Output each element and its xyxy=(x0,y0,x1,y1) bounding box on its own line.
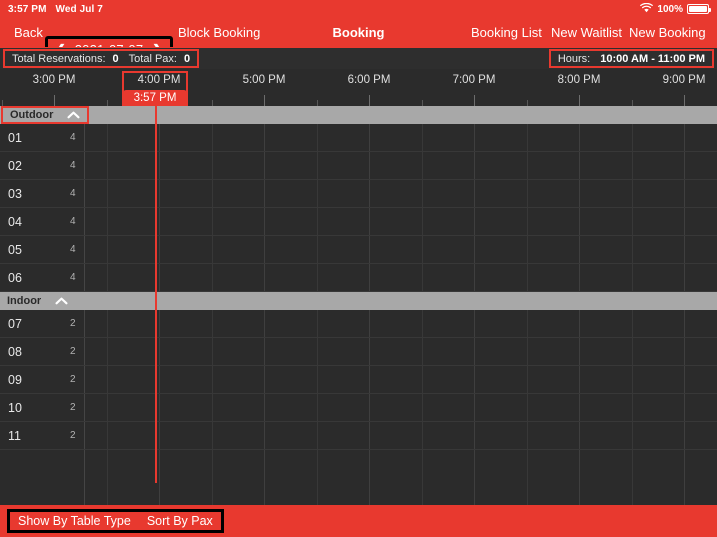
table-name: 09 xyxy=(8,372,22,387)
totals-group: Total Reservations: 0 Total Pax: 0 xyxy=(3,49,200,68)
booking-screen: 3:57 PM Wed Jul 7 100% Back ❮ 2021-07-07… xyxy=(0,0,717,537)
total-pax: Total Pax: 0 xyxy=(129,53,190,65)
total-reservations-label: Total Reservations: xyxy=(12,52,106,65)
ruler-label: 7:00 PM xyxy=(452,74,496,86)
back-button[interactable]: Back xyxy=(14,18,43,47)
table-pax-capacity: 2 xyxy=(70,430,76,441)
new-booking-button[interactable]: New Booking xyxy=(629,18,706,47)
new-waitlist-button[interactable]: New Waitlist xyxy=(551,18,622,47)
current-time-indicator-tick xyxy=(155,99,157,106)
section-name-label: Indoor xyxy=(7,295,42,307)
time-ruler[interactable]: 3:00 PM 4:00 PM 5:00 PM 6:00 PM 7:00 PM 8:00 … xyxy=(0,69,717,106)
total-pax-label: Total Pax: xyxy=(128,52,177,65)
table-name: 01 xyxy=(8,130,22,145)
stats-bar: Total Reservations: 0 Total Pax: 0 Hours… xyxy=(0,47,717,70)
table-pax-capacity: 4 xyxy=(70,188,76,199)
current-time-line xyxy=(155,106,157,483)
section-toggle[interactable]: Outdoor xyxy=(1,106,90,124)
table-name: 02 xyxy=(8,158,22,173)
table-row[interactable]: 10 2 xyxy=(0,394,717,422)
section-header-outdoor[interactable]: Outdoor xyxy=(0,106,717,124)
ruler-tick-hour xyxy=(264,95,265,106)
battery-percent-label: 100% xyxy=(657,3,683,15)
navigation-bar: Back ❮ 2021-07-07 ❯ Block Booking Bookin… xyxy=(0,18,717,62)
table-name: 04 xyxy=(8,214,22,229)
table-row[interactable]: 02 4 xyxy=(0,152,717,180)
table-pax-capacity: 4 xyxy=(70,132,76,143)
table-pax-capacity: 2 xyxy=(70,346,76,357)
ruler-label: 3:00 PM xyxy=(32,74,76,86)
table-pax-capacity: 2 xyxy=(70,374,76,385)
show-by-table-type-button[interactable]: Show By Table Type xyxy=(18,514,131,528)
bottom-toolbar: Show By Table Type Sort By Pax xyxy=(0,505,717,537)
wifi-icon xyxy=(640,2,654,16)
sort-by-pax-button[interactable]: Sort By Pax xyxy=(147,514,213,528)
battery-full-icon xyxy=(687,4,711,14)
ruler-tick-hour xyxy=(684,95,685,106)
ruler-label: 6:00 PM xyxy=(347,74,391,86)
table-name: 07 xyxy=(8,316,22,331)
table-row[interactable]: 04 4 xyxy=(0,208,717,236)
table-pax-capacity: 4 xyxy=(70,272,76,283)
table-name: 06 xyxy=(8,270,22,285)
block-booking-button[interactable]: Block Booking xyxy=(178,18,260,47)
section-name-label: Outdoor xyxy=(10,109,54,121)
ruler-tick-hour xyxy=(474,95,475,106)
time-ruler-track: 3:00 PM 4:00 PM 5:00 PM 6:00 PM 7:00 PM 8:00 … xyxy=(0,69,717,106)
total-pax-value: 0 xyxy=(183,52,191,65)
status-bar-time: 3:57 PM xyxy=(8,3,47,15)
hours-label: Hours: xyxy=(557,52,591,65)
hours-value: 10:00 AM - 11:00 PM xyxy=(600,52,705,65)
table-pax-capacity: 2 xyxy=(70,318,76,329)
table-row[interactable]: 03 4 xyxy=(0,180,717,208)
table-row[interactable]: 07 2 xyxy=(0,310,717,338)
ruler-tick-hour xyxy=(369,95,370,106)
view-options-group: Show By Table Type Sort By Pax xyxy=(7,509,224,533)
table-name: 10 xyxy=(8,400,22,415)
table-name: 03 xyxy=(8,186,22,201)
table-row[interactable]: 09 2 xyxy=(0,366,717,394)
ruler-label: 5:00 PM xyxy=(242,74,286,86)
table-row[interactable]: 05 4 xyxy=(0,236,717,264)
ios-status-bar: 3:57 PM Wed Jul 7 100% xyxy=(0,0,717,18)
section-toggle[interactable]: Indoor xyxy=(0,293,75,309)
booking-grid[interactable]: Outdoor 01 4 02 4 03 4 04 4 05 4 06 4 Indoor 07 2 08 2 09 2… xyxy=(0,106,717,505)
table-name: 11 xyxy=(8,428,21,443)
table-row[interactable]: 01 4 xyxy=(0,124,717,152)
booking-list-button[interactable]: Booking List xyxy=(471,18,542,47)
table-pax-capacity: 2 xyxy=(70,402,76,413)
hours-group: Hours: 10:00 AM - 11:00 PM xyxy=(548,49,714,68)
status-bar-date: Wed Jul 7 xyxy=(55,3,103,15)
ruler-tick-hour xyxy=(54,95,55,106)
ruler-label: 9:00 PM xyxy=(662,74,706,86)
table-pax-capacity: 4 xyxy=(70,244,76,255)
section-header-indoor[interactable]: Indoor xyxy=(0,292,717,310)
chevron-up-icon[interactable] xyxy=(55,292,68,310)
table-name: 05 xyxy=(8,242,22,257)
table-row[interactable]: 11 2 xyxy=(0,422,717,450)
table-name: 08 xyxy=(8,344,22,359)
status-bar-right-cluster: 100% xyxy=(640,2,711,16)
chevron-up-icon[interactable] xyxy=(67,106,80,124)
table-pax-capacity: 4 xyxy=(70,160,76,171)
ruler-tick-hour xyxy=(579,95,580,106)
table-pax-capacity: 4 xyxy=(70,216,76,227)
table-row[interactable]: 06 4 xyxy=(0,264,717,292)
total-reservations-value: 0 xyxy=(112,52,119,65)
table-row[interactable]: 08 2 xyxy=(0,338,717,366)
ruler-label: 8:00 PM xyxy=(557,74,601,86)
total-reservations: Total Reservations: 0 xyxy=(12,53,119,65)
